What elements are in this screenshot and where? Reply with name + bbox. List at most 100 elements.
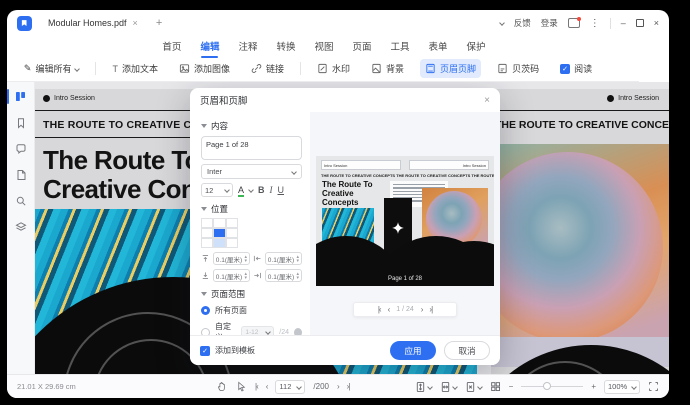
position-cell[interactable] bbox=[213, 218, 225, 228]
status-bar: 21.01 X 29.69 cm |‹ ‹ 112 /200 › ›| bbox=[7, 374, 669, 398]
position-cell[interactable] bbox=[213, 238, 225, 248]
position-cell[interactable] bbox=[226, 228, 238, 238]
italic-button[interactable]: I bbox=[270, 185, 273, 195]
last-page-button[interactable]: ›| bbox=[347, 382, 350, 391]
all-pages-radio[interactable]: 所有页面 bbox=[201, 305, 302, 316]
first-page-button[interactable]: |‹ bbox=[255, 382, 258, 391]
chevron-down-icon[interactable] bbox=[499, 20, 505, 26]
more-menu-icon[interactable]: ⋮ bbox=[590, 18, 600, 29]
prev-page-button[interactable]: ‹ bbox=[266, 382, 268, 391]
position-cell[interactable] bbox=[226, 218, 238, 228]
position-cell[interactable] bbox=[201, 228, 213, 238]
margin-right-input[interactable]: 0.1(厘米) ▴▾ bbox=[265, 269, 302, 282]
watermark-button[interactable]: 水印 bbox=[312, 59, 355, 78]
position-cell[interactable] bbox=[226, 238, 238, 248]
hand-tool-icon[interactable] bbox=[217, 381, 228, 392]
custom-range-radio[interactable]: 自定义 1-12 /24 bbox=[201, 321, 302, 335]
edit-all-button[interactable]: ✎ 编辑所有 bbox=[19, 59, 85, 78]
fullscreen-icon[interactable] bbox=[648, 381, 659, 392]
login-button[interactable]: 登录 bbox=[541, 17, 558, 29]
bookmarks-panel-button[interactable] bbox=[7, 117, 35, 129]
menu-page[interactable]: 页面 bbox=[352, 37, 373, 55]
messages-icon[interactable] bbox=[568, 18, 580, 28]
font-family-select[interactable]: Inter bbox=[201, 164, 302, 179]
layers-panel-button[interactable] bbox=[7, 221, 35, 233]
next-page-icon[interactable]: › bbox=[421, 305, 423, 314]
dialog-close-icon[interactable]: × bbox=[484, 95, 490, 106]
page-number-input[interactable]: 112 bbox=[275, 380, 305, 394]
tab-close-icon[interactable]: × bbox=[133, 18, 138, 28]
menu-bar: 首页 编辑 注释 转换 视图 页面 工具 表单 保护 bbox=[7, 36, 655, 56]
header-footer-button[interactable]: 页眉页脚 bbox=[420, 59, 481, 78]
bates-number-button[interactable]: 贝茨码 bbox=[492, 59, 544, 78]
margin-left-input[interactable]: 0.1(厘米) ▴▾ bbox=[265, 252, 302, 265]
search-panel-button[interactable] bbox=[7, 195, 35, 207]
prev-page-icon[interactable]: ‹ bbox=[388, 305, 390, 314]
section-position[interactable]: 位置 bbox=[201, 203, 302, 215]
margin-bottom-input[interactable]: 0.1(厘米) ▴▾ bbox=[213, 269, 250, 282]
cancel-button[interactable]: 取消 bbox=[444, 341, 490, 360]
zoom-out-button[interactable]: − bbox=[509, 382, 514, 391]
new-tab-button[interactable]: + bbox=[156, 17, 162, 29]
add-text-button[interactable]: T 添加文本 bbox=[107, 59, 163, 78]
zoom-slider-thumb[interactable] bbox=[543, 382, 551, 390]
add-image-button[interactable]: 添加图像 bbox=[174, 59, 235, 78]
actual-size-button[interactable] bbox=[465, 381, 482, 393]
link-button[interactable]: 链接 bbox=[246, 59, 289, 78]
section-page-range[interactable]: 页面范围 bbox=[201, 288, 302, 300]
menu-convert[interactable]: 转换 bbox=[275, 37, 296, 55]
margin-top-input[interactable]: 0.1(厘米) ▴▾ bbox=[213, 252, 250, 265]
menu-protect[interactable]: 保护 bbox=[466, 37, 487, 55]
select-tool-icon[interactable] bbox=[236, 381, 247, 392]
close-window-button[interactable]: × bbox=[654, 18, 659, 28]
preview-footer-text: Page 1 of 28 bbox=[316, 276, 494, 282]
font-size-select[interactable]: 12 bbox=[201, 183, 233, 197]
bold-button[interactable]: B bbox=[258, 185, 265, 195]
background-button[interactable]: 背景 bbox=[366, 59, 409, 78]
thumbnails-panel-button[interactable] bbox=[7, 90, 35, 103]
position-cell[interactable] bbox=[201, 218, 213, 228]
content-textarea[interactable]: Page 1 of 28 bbox=[201, 136, 302, 160]
document-tab[interactable]: Modular Homes.pdf × bbox=[40, 15, 146, 31]
menu-form[interactable]: 表单 bbox=[428, 37, 449, 55]
maximize-button[interactable] bbox=[636, 19, 644, 27]
document-page-right[interactable]: Intro Session THE ROUTE TO CREATIVE CONC… bbox=[491, 89, 669, 374]
read-mode-toggle[interactable]: ✓ 阅读 bbox=[555, 59, 597, 78]
attachments-panel-button[interactable] bbox=[7, 169, 35, 181]
section-content[interactable]: 内容 bbox=[201, 120, 302, 132]
fit-height-button[interactable] bbox=[415, 381, 432, 393]
zoom-level-select[interactable]: 100% bbox=[604, 380, 640, 394]
range-info-icon[interactable] bbox=[294, 328, 302, 336]
menu-view[interactable]: 视图 bbox=[313, 37, 334, 55]
underline-button[interactable]: U bbox=[278, 185, 285, 195]
menu-tools[interactable]: 工具 bbox=[390, 37, 411, 55]
minimize-button[interactable]: – bbox=[621, 18, 626, 28]
font-color-button[interactable]: A bbox=[238, 185, 244, 196]
page-layout-icon[interactable] bbox=[490, 381, 501, 392]
first-page-icon[interactable]: |‹ bbox=[378, 305, 381, 314]
stepper-icon[interactable]: ▴▾ bbox=[296, 255, 299, 263]
chevron-down-icon bbox=[291, 169, 297, 175]
stepper-icon[interactable]: ▴▾ bbox=[244, 272, 247, 280]
menu-comment[interactable]: 注释 bbox=[237, 37, 258, 55]
feedback-button[interactable]: 反馈 bbox=[514, 17, 531, 29]
zoom-in-button[interactable]: + bbox=[591, 382, 596, 391]
preview-header-left-box[interactable]: Intro Session bbox=[321, 160, 401, 170]
preview-header-right-box[interactable]: Intro Session bbox=[409, 160, 489, 170]
next-page-button[interactable]: › bbox=[337, 382, 339, 391]
chevron-down-icon bbox=[224, 187, 230, 193]
apply-button[interactable]: 应用 bbox=[390, 341, 436, 360]
zoom-slider[interactable] bbox=[521, 386, 583, 388]
menu-home[interactable]: 首页 bbox=[161, 37, 182, 55]
comments-panel-button[interactable] bbox=[7, 143, 35, 155]
last-page-icon[interactable]: ›| bbox=[429, 305, 432, 314]
add-to-template-checkbox[interactable]: ✓ 添加到模板 bbox=[200, 345, 255, 356]
position-cell-selected[interactable] bbox=[213, 228, 225, 238]
position-cell[interactable] bbox=[201, 238, 213, 248]
chevron-down-icon[interactable] bbox=[248, 187, 254, 193]
menu-edit[interactable]: 编辑 bbox=[199, 37, 220, 55]
fit-width-button[interactable] bbox=[440, 381, 457, 393]
position-grid[interactable] bbox=[201, 218, 238, 248]
stepper-icon[interactable]: ▴▾ bbox=[244, 255, 247, 263]
stepper-icon[interactable]: ▴▾ bbox=[296, 272, 299, 280]
